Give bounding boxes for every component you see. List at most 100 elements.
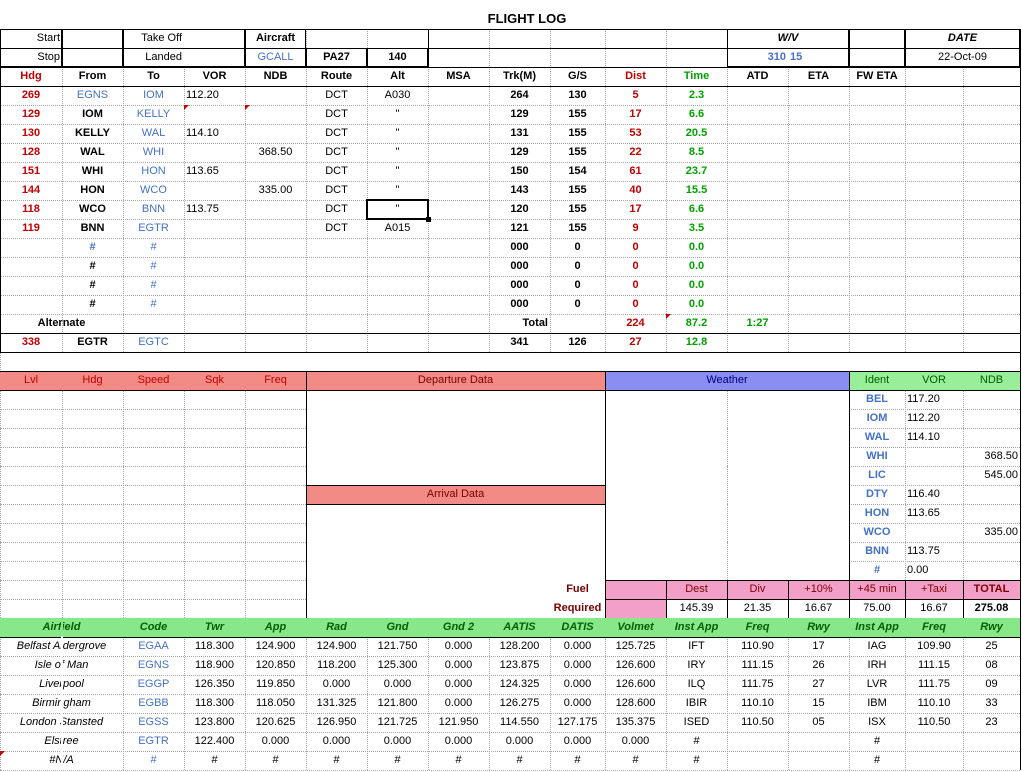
nav-cell[interactable]: 0.0 <box>666 295 727 314</box>
navaid-ident[interactable]: # <box>849 561 905 580</box>
airfield-cell[interactable]: 111.15 <box>727 656 788 675</box>
airfield-cell[interactable]: 128.600 <box>605 694 666 713</box>
nav-cell[interactable]: IOM <box>62 105 123 124</box>
navaid-vor[interactable]: 117.20 <box>905 390 963 409</box>
nav-cell[interactable]: BNN <box>62 219 123 238</box>
nav-cell[interactable]: A015 <box>367 219 428 238</box>
nav-cell[interactable]: 0 <box>605 295 666 314</box>
nav-cell[interactable] <box>184 257 245 276</box>
date-value[interactable]: 22-Oct-09 <box>905 48 1020 67</box>
airfield-cell[interactable]: 15 <box>788 694 849 713</box>
nav-cell[interactable] <box>184 333 245 352</box>
nav-cell[interactable]: 155 <box>550 200 605 219</box>
aircraft-speed[interactable]: 140 <box>367 48 428 67</box>
aircraft-label[interactable]: Aircraft <box>245 29 306 48</box>
airfield-cell[interactable]: 118.900 <box>184 656 245 675</box>
nav-cell[interactable]: HON <box>62 181 123 200</box>
airfield-cell[interactable] <box>788 751 849 770</box>
nav-cell[interactable]: 6.6 <box>666 200 727 219</box>
airfield-cell[interactable]: # <box>849 751 905 770</box>
wv-label[interactable]: W/V <box>727 29 849 48</box>
nav-cell[interactable] <box>367 238 428 257</box>
nav-cell[interactable] <box>245 105 306 124</box>
navaid-ident[interactable]: WAL <box>849 428 905 447</box>
nav-cell[interactable]: DCT <box>306 200 367 219</box>
nav-cell[interactable] <box>184 105 245 124</box>
nav-cell[interactable] <box>184 181 245 200</box>
airfield-cell[interactable]: 110.10 <box>727 694 788 713</box>
nav-header-gs[interactable]: G/S <box>550 67 605 86</box>
nav-cell[interactable] <box>428 105 489 124</box>
nav-cell[interactable]: 22 <box>605 143 666 162</box>
nav-cell[interactable]: # <box>62 257 123 276</box>
airfield-cell[interactable]: IRH <box>849 656 905 675</box>
nav-cell[interactable]: 0.0 <box>666 238 727 257</box>
airfield-cell[interactable]: 121.750 <box>367 637 428 656</box>
nav-cell[interactable]: # <box>62 276 123 295</box>
nav-cell[interactable] <box>428 162 489 181</box>
nav-header-route[interactable]: Route <box>306 67 367 86</box>
airfield-cell[interactable] <box>963 751 1020 770</box>
nav-cell[interactable]: 130 <box>0 124 62 143</box>
airfield-code[interactable]: EGNS <box>123 656 184 675</box>
navaid-ndb[interactable]: 368.50 <box>963 447 1020 466</box>
nav-cell[interactable] <box>428 143 489 162</box>
nav-cell[interactable]: WHI <box>123 143 184 162</box>
nav-cell[interactable] <box>245 276 306 295</box>
nav-cell[interactable]: 155 <box>550 105 605 124</box>
nav-cell[interactable]: DCT <box>306 219 367 238</box>
nav-cell[interactable] <box>306 238 367 257</box>
airfield-cell[interactable]: 118.200 <box>306 656 367 675</box>
nav-cell[interactable]: EGTR <box>123 219 184 238</box>
nav-cell[interactable] <box>428 181 489 200</box>
total-time-hm[interactable]: 1:27 <box>727 314 788 333</box>
nav-cell[interactable]: 40 <box>605 181 666 200</box>
airfield-code[interactable]: EGBB <box>123 694 184 713</box>
nav-cell[interactable]: 0 <box>605 257 666 276</box>
airfield-header-rad[interactable]: Rad <box>306 618 367 637</box>
airfield-header-gnd2[interactable]: Gnd 2 <box>428 618 489 637</box>
nav-cell[interactable]: WCO <box>62 200 123 219</box>
navaid-ndb[interactable] <box>963 504 1020 523</box>
nav-cell[interactable] <box>245 124 306 143</box>
airfield-cell[interactable]: 09 <box>963 675 1020 694</box>
nav-cell[interactable]: 144 <box>0 181 62 200</box>
nav-cell[interactable]: 129 <box>0 105 62 124</box>
airfield-cell[interactable]: 0.000 <box>550 694 605 713</box>
airfield-cell[interactable] <box>905 732 963 751</box>
nav-cell[interactable]: " <box>367 181 428 200</box>
nav-cell[interactable]: 155 <box>550 124 605 143</box>
nav-header-to[interactable]: To <box>123 67 184 86</box>
nav-cell[interactable]: " <box>367 162 428 181</box>
fuel-header[interactable]: +45 min <box>849 580 905 599</box>
aircraft-type[interactable]: PA27 <box>306 48 367 67</box>
airfield-cell[interactable]: 120.625 <box>245 713 306 732</box>
nav-cell[interactable]: 000 <box>489 238 550 257</box>
airfield-cell[interactable]: 110.50 <box>727 713 788 732</box>
nav-cell[interactable]: 0.0 <box>666 257 727 276</box>
nav-cell[interactable]: 121 <box>489 219 550 238</box>
nav-cell[interactable]: " <box>367 105 428 124</box>
nav-cell[interactable]: 154 <box>550 162 605 181</box>
nav-cell[interactable] <box>367 276 428 295</box>
nav-header-dist[interactable]: Dist <box>605 67 666 86</box>
weather-label[interactable]: Weather <box>605 371 849 390</box>
landed-label[interactable]: Landed <box>123 48 184 67</box>
nav-cell[interactable]: 155 <box>550 143 605 162</box>
nav-cell[interactable]: EGNS <box>62 86 123 105</box>
airfield-cell[interactable]: 125.725 <box>605 637 666 656</box>
nav-cell[interactable] <box>184 143 245 162</box>
nav-header-ndb[interactable]: NDB <box>245 67 306 86</box>
total-distance[interactable]: 224 <box>605 314 666 333</box>
airfield-cell[interactable]: 0.000 <box>367 732 428 751</box>
nav-cell[interactable]: DCT <box>306 105 367 124</box>
navaid-ndb[interactable] <box>963 561 1020 580</box>
airfield-header-rwy[interactable]: Rwy <box>788 618 849 637</box>
nav-header-from[interactable]: From <box>62 67 123 86</box>
navaid-ident[interactable]: BNN <box>849 542 905 561</box>
navaid-vor[interactable]: 113.65 <box>905 504 963 523</box>
selected-cell-value[interactable]: " <box>367 200 428 219</box>
date-label[interactable]: DATE <box>905 29 1020 48</box>
airfield-cell[interactable]: 110.10 <box>905 694 963 713</box>
airfield-cell[interactable]: 124.900 <box>306 637 367 656</box>
